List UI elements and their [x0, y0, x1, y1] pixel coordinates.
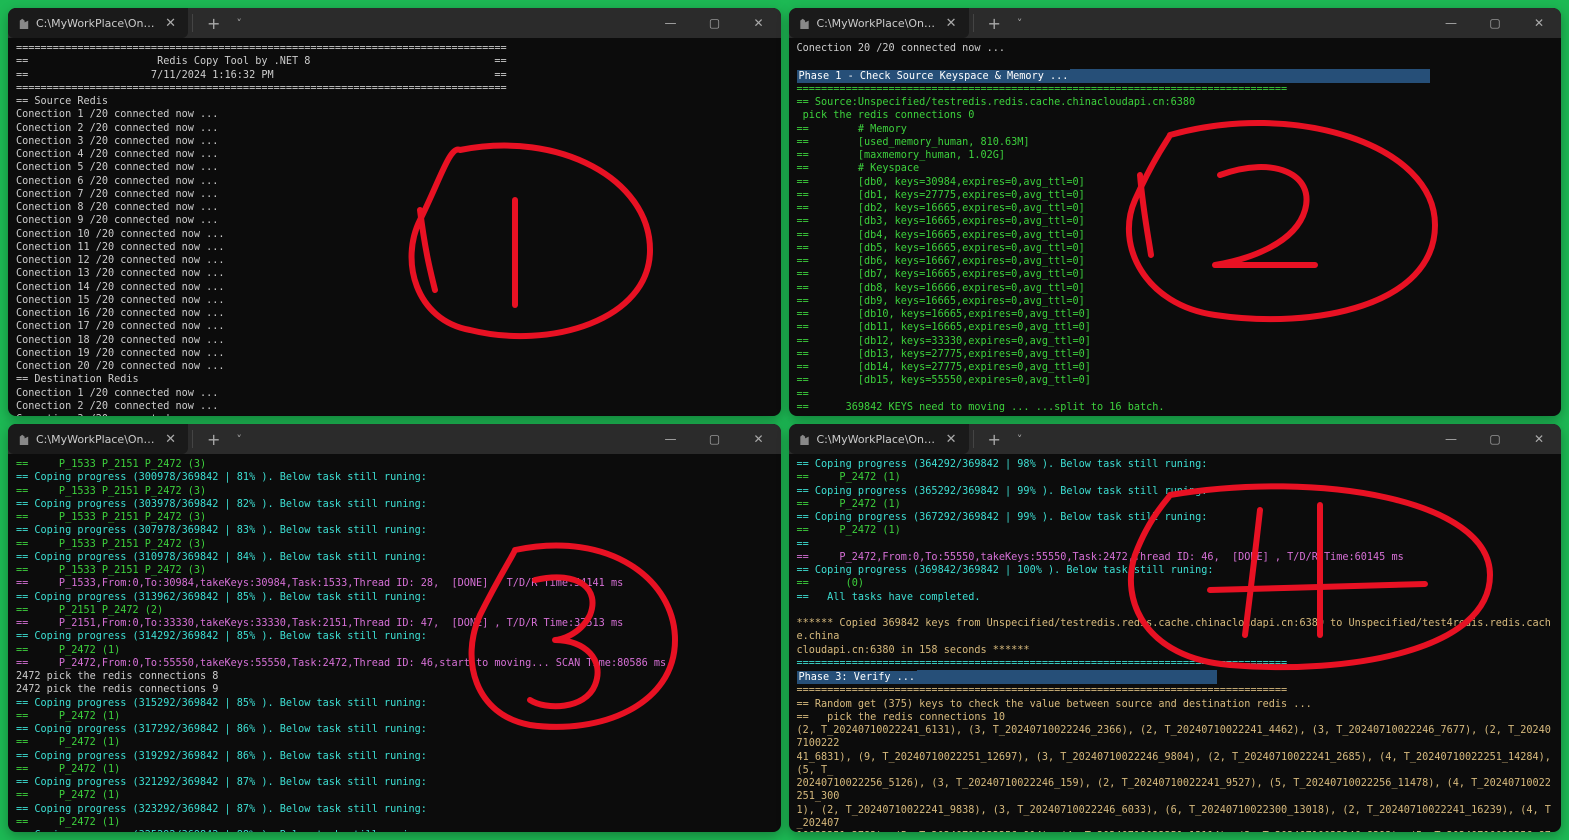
minimize-button[interactable]: —	[649, 8, 693, 38]
new-tab-button[interactable]: +	[197, 14, 230, 33]
terminal-output-3[interactable]: == P_1533 P_2151 P_2472 (3) == Coping pr…	[8, 454, 781, 832]
minimize-button[interactable]: —	[1429, 424, 1473, 454]
terminal-window-4: C:\MyWorkPlace\OneDrive - M ✕ + ˅ — ▢ ✕ …	[789, 424, 1562, 832]
terminal-icon	[799, 433, 811, 445]
terminal-window-2: C:\MyWorkPlace\OneDrive - M ✕ + ˅ — ▢ ✕ …	[789, 8, 1562, 416]
tab-divider	[973, 14, 974, 32]
tab-title: C:\MyWorkPlace\OneDrive - M	[817, 17, 938, 30]
minimize-button[interactable]: —	[1429, 8, 1473, 38]
terminal-output-4[interactable]: == Coping progress (364292/369842 | 98% …	[789, 454, 1562, 832]
tab-chevron-down-icon[interactable]: ˅	[1011, 17, 1029, 30]
terminal-icon	[18, 433, 30, 445]
close-window-button[interactable]: ✕	[737, 424, 781, 454]
tab-title: C:\MyWorkPlace\OneDrive - M	[36, 17, 157, 30]
tab-chevron-down-icon[interactable]: ˅	[1011, 433, 1029, 446]
tab-active[interactable]: C:\MyWorkPlace\OneDrive - M ✕	[789, 8, 969, 38]
tab-divider	[192, 14, 193, 32]
tab-active[interactable]: C:\MyWorkPlace\OneDrive - M ✕	[8, 424, 188, 454]
tab-chevron-down-icon[interactable]: ˅	[230, 17, 248, 30]
close-tab-icon[interactable]: ✕	[944, 432, 959, 447]
maximize-button[interactable]: ▢	[693, 8, 737, 38]
terminal-icon	[18, 17, 30, 29]
maximize-button[interactable]: ▢	[1473, 424, 1517, 454]
close-window-button[interactable]: ✕	[737, 8, 781, 38]
close-tab-icon[interactable]: ✕	[163, 432, 178, 447]
tab-title: C:\MyWorkPlace\OneDrive - M	[817, 433, 938, 446]
maximize-button[interactable]: ▢	[693, 424, 737, 454]
titlebar[interactable]: C:\MyWorkPlace\OneDrive - M ✕ + ˅ — ▢ ✕	[8, 424, 781, 454]
maximize-button[interactable]: ▢	[1473, 8, 1517, 38]
terminal-icon	[799, 17, 811, 29]
tab-chevron-down-icon[interactable]: ˅	[230, 433, 248, 446]
titlebar[interactable]: C:\MyWorkPlace\OneDrive - M ✕ + ˅ — ▢ ✕	[8, 8, 781, 38]
tab-active[interactable]: C:\MyWorkPlace\OneDrive - M ✕	[789, 424, 969, 454]
close-window-button[interactable]: ✕	[1517, 424, 1561, 454]
close-window-button[interactable]: ✕	[1517, 8, 1561, 38]
new-tab-button[interactable]: +	[978, 14, 1011, 33]
tab-active[interactable]: C:\MyWorkPlace\OneDrive - M ✕	[8, 8, 188, 38]
tab-divider	[973, 430, 974, 448]
tab-title: C:\MyWorkPlace\OneDrive - M	[36, 433, 157, 446]
new-tab-button[interactable]: +	[978, 430, 1011, 449]
terminal-output-2[interactable]: Conection 20 /20 connected now ... Phase…	[789, 38, 1562, 416]
titlebar[interactable]: C:\MyWorkPlace\OneDrive - M ✕ + ˅ — ▢ ✕	[789, 424, 1562, 454]
tab-divider	[192, 430, 193, 448]
terminal-window-1: C:\MyWorkPlace\OneDrive - M ✕ + ˅ — ▢ ✕ …	[8, 8, 781, 416]
new-tab-button[interactable]: +	[197, 430, 230, 449]
titlebar[interactable]: C:\MyWorkPlace\OneDrive - M ✕ + ˅ — ▢ ✕	[789, 8, 1562, 38]
terminal-window-3: C:\MyWorkPlace\OneDrive - M ✕ + ˅ — ▢ ✕ …	[8, 424, 781, 832]
close-tab-icon[interactable]: ✕	[944, 16, 959, 31]
minimize-button[interactable]: —	[649, 424, 693, 454]
terminal-output-1[interactable]: ========================================…	[8, 38, 781, 416]
close-tab-icon[interactable]: ✕	[163, 16, 178, 31]
